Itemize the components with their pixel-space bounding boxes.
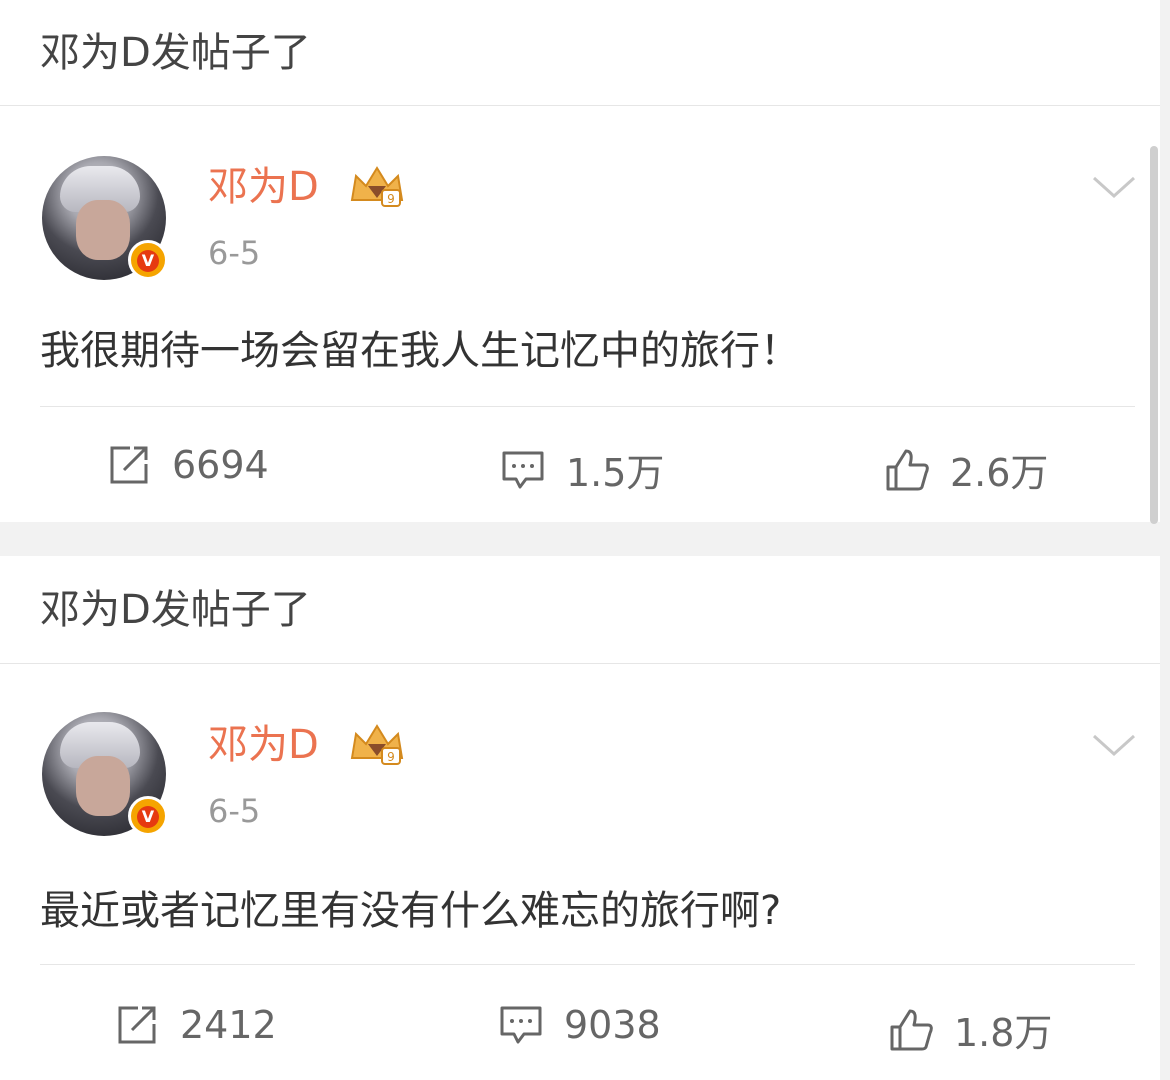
avatar-face bbox=[76, 200, 130, 260]
post-content[interactable]: 最近或者记忆里有没有什么难忘的旅行啊? bbox=[40, 878, 781, 936]
repost-button[interactable]: 2412 bbox=[114, 1002, 277, 1048]
repost-count: 2412 bbox=[180, 1003, 277, 1047]
post-body: V 邓为D 9 6-5 我很期待一场会留在我人生记忆中的旅行！ 6694 1.5… bbox=[0, 106, 1160, 522]
post-header-title: 邓为D发帖子了 bbox=[0, 556, 1160, 664]
chevron-down-icon[interactable] bbox=[1090, 730, 1138, 760]
repost-icon bbox=[110, 446, 148, 484]
svg-text:9: 9 bbox=[387, 750, 395, 764]
verified-badge-icon: V bbox=[128, 240, 168, 280]
post-card: 邓为D发帖子了 V 邓为D 9 6-5 最近或者记忆里有没有什么难忘的旅行啊? … bbox=[0, 556, 1160, 1080]
avatar[interactable]: V bbox=[42, 712, 168, 836]
avatar-face bbox=[76, 756, 130, 816]
like-count: 1.8万 bbox=[954, 1011, 1053, 1055]
verified-badge-icon: V bbox=[128, 796, 168, 836]
crown-icon[interactable]: 9 bbox=[348, 164, 406, 210]
comment-icon bbox=[500, 1006, 542, 1044]
chevron-down-icon[interactable] bbox=[1090, 172, 1138, 202]
post-card: 邓为D发帖子了 V 邓为D 9 6-5 我很期待一场会留在我人生记忆中的旅行！ … bbox=[0, 0, 1160, 522]
avatar[interactable]: V bbox=[42, 156, 168, 280]
thumbs-up-icon bbox=[886, 449, 929, 490]
repost-count: 6694 bbox=[172, 443, 269, 487]
scrollbar[interactable] bbox=[1150, 146, 1158, 524]
like-count: 2.6万 bbox=[950, 451, 1049, 495]
username[interactable]: 邓为D bbox=[208, 162, 319, 212]
post-date: 6-5 bbox=[208, 234, 261, 272]
divider bbox=[40, 406, 1135, 407]
comment-count: 1.5万 bbox=[566, 451, 665, 495]
svg-text:9: 9 bbox=[387, 192, 395, 206]
like-button[interactable]: 1.8万 bbox=[888, 1002, 1052, 1057]
comment-button[interactable]: 9038 bbox=[498, 1002, 661, 1048]
repost-icon bbox=[118, 1006, 156, 1044]
post-body: V 邓为D 9 6-5 最近或者记忆里有没有什么难忘的旅行啊? 2412 903… bbox=[0, 664, 1160, 1080]
crown-icon[interactable]: 9 bbox=[348, 722, 406, 768]
username[interactable]: 邓为D bbox=[208, 720, 319, 770]
post-date: 6-5 bbox=[208, 792, 261, 830]
post-content[interactable]: 我很期待一场会留在我人生记忆中的旅行！ bbox=[40, 318, 800, 376]
comment-button[interactable]: 1.5万 bbox=[500, 442, 664, 497]
comment-icon bbox=[502, 451, 544, 488]
thumbs-up-icon bbox=[890, 1009, 933, 1050]
post-header-title: 邓为D发帖子了 bbox=[0, 0, 1160, 106]
comment-count: 9038 bbox=[564, 1003, 661, 1047]
repost-button[interactable]: 6694 bbox=[106, 442, 269, 488]
like-button[interactable]: 2.6万 bbox=[884, 442, 1048, 497]
divider bbox=[40, 964, 1135, 965]
